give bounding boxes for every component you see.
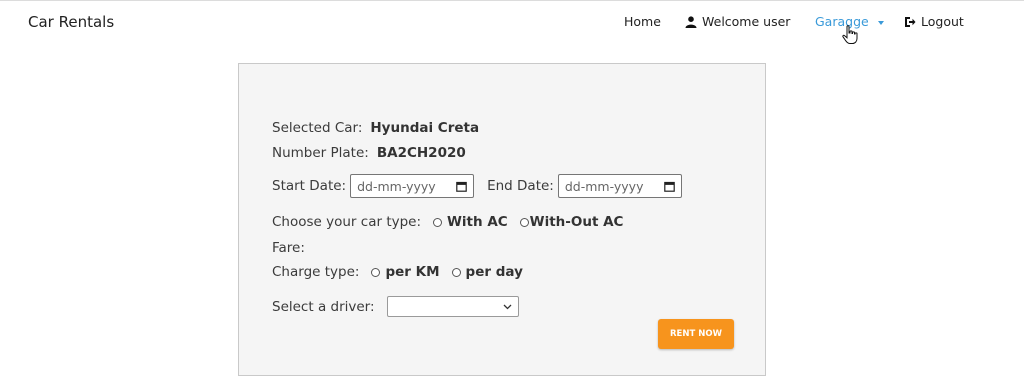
radio-per-km[interactable] <box>371 267 381 277</box>
selected-car-label: Selected Car: <box>272 120 363 136</box>
car-type-row: Choose your car type: With AC With-Out A… <box>272 214 623 230</box>
end-date-placeholder: dd-mm-yyyy <box>564 178 644 194</box>
start-date-label: Start Date: <box>272 178 347 194</box>
per-day-label: per day <box>465 264 523 280</box>
driver-row: Select a driver: <box>272 296 519 317</box>
per-km-label: per KM <box>385 264 440 280</box>
radio-without-ac[interactable] <box>519 217 529 227</box>
chevron-down-icon <box>503 304 511 309</box>
driver-select[interactable] <box>386 296 519 317</box>
nav-home[interactable]: Home <box>624 14 661 29</box>
user-icon <box>685 15 697 28</box>
charge-type-label: Charge type: <box>272 264 360 280</box>
chevron-down-icon <box>877 20 884 25</box>
end-date-input[interactable]: dd-mm-yyyy <box>557 174 682 198</box>
nav-home-label: Home <box>624 14 661 29</box>
nav-welcome-label: Welcome user <box>702 14 791 29</box>
charge-type-row: Charge type: per KM per day <box>272 264 523 280</box>
calendar-icon <box>664 181 675 192</box>
nav-welcome[interactable]: Welcome user <box>685 14 790 29</box>
hand-cursor-icon <box>842 25 858 44</box>
logout-icon <box>905 16 916 27</box>
fare-row: Fare: <box>272 240 305 256</box>
rental-form-card: Selected Car: Hyundai Creta Number Plate… <box>238 63 766 376</box>
number-plate-value: BA2CH2020 <box>376 145 466 161</box>
car-type-label: Choose your car type: <box>272 214 422 230</box>
fare-label: Fare: <box>272 240 305 256</box>
radio-with-ac[interactable] <box>433 217 443 227</box>
start-date-placeholder: dd-mm-yyyy <box>357 178 436 194</box>
driver-label: Select a driver: <box>272 298 375 315</box>
start-date-input[interactable]: dd-mm-yyyy <box>350 174 475 198</box>
rent-now-button[interactable]: RENT NOW <box>658 319 734 349</box>
radio-per-day[interactable] <box>451 267 461 277</box>
without-ac-label: With-Out AC <box>529 214 624 230</box>
selected-car-value: Hyundai Creta <box>370 120 480 136</box>
calendar-icon <box>456 181 467 192</box>
date-row: Start Date: dd-mm-yyyy End Date: dd-mm-y… <box>272 174 682 198</box>
navbar: Car Rentals Home Welcome user Garagge Lo… <box>0 0 1024 44</box>
number-plate-label: Number Plate: <box>272 145 369 161</box>
number-plate-row: Number Plate: BA2CH2020 <box>272 145 466 161</box>
end-date-label: End Date: <box>487 178 554 194</box>
nav-logout[interactable]: Logout <box>904 14 964 29</box>
nav-logout-label: Logout <box>921 14 964 29</box>
selected-car-row: Selected Car: Hyundai Creta <box>272 120 479 136</box>
with-ac-label: With AC <box>447 214 508 230</box>
brand-title[interactable]: Car Rentals <box>28 13 114 31</box>
